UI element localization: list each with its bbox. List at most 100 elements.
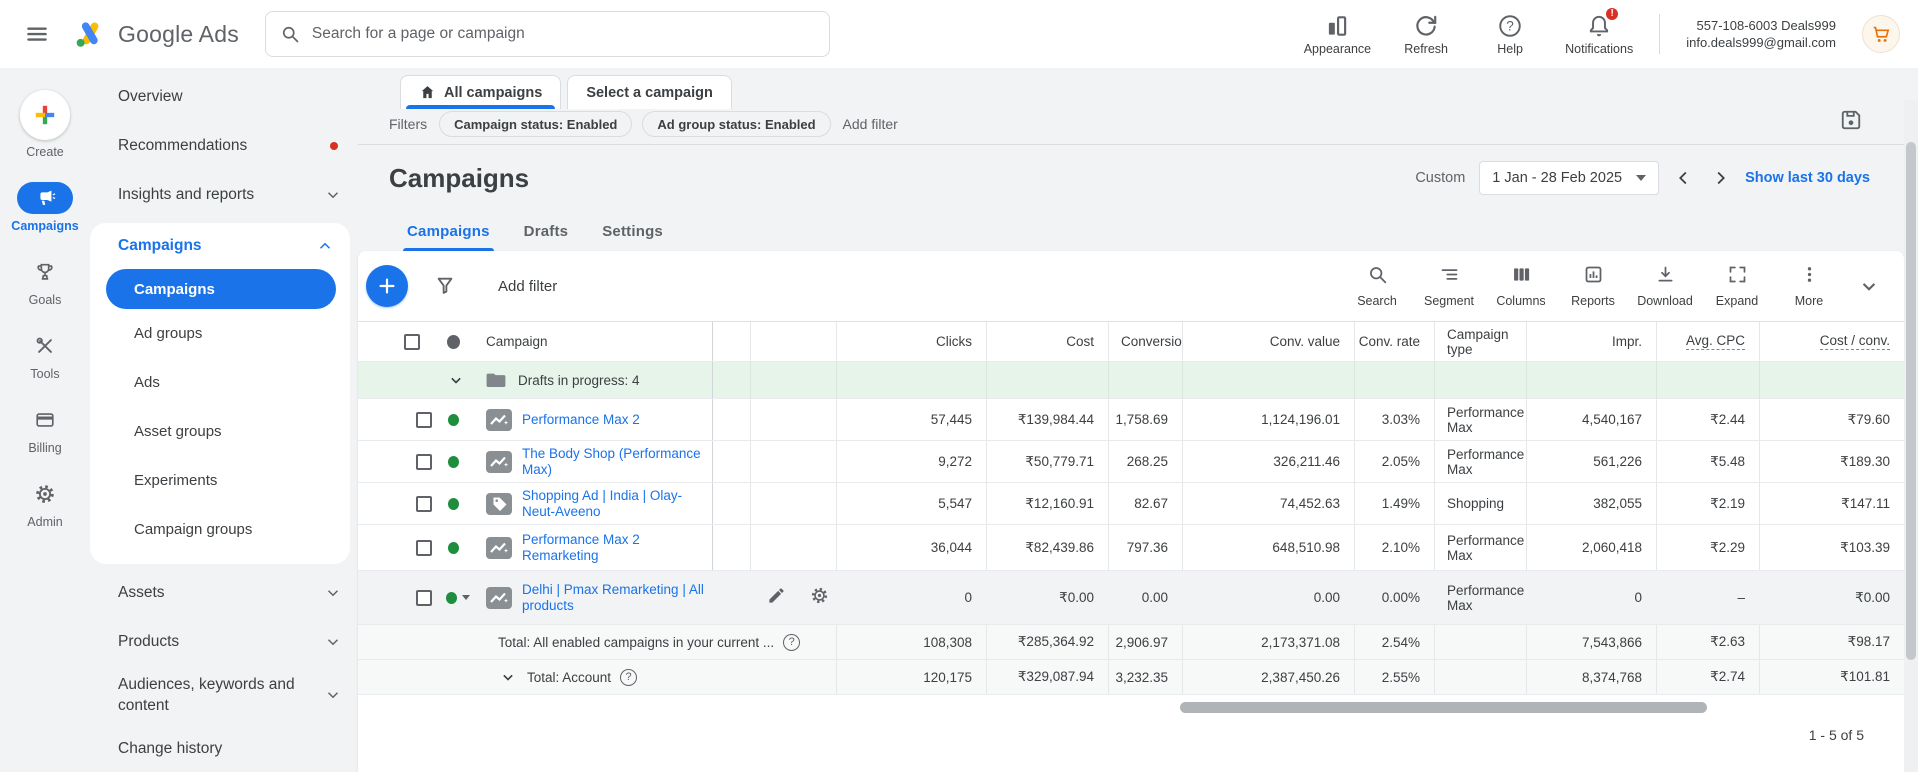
column-header-campaign-type[interactable]: Campaign type — [1434, 322, 1526, 361]
sidebar-subitem-campaign-groups[interactable]: Campaign groups — [90, 505, 350, 554]
campaign-row[interactable]: Delhi | Pmax Remarketing | All products … — [358, 571, 1904, 625]
campaign-row[interactable]: Performance Max 2 Remarketing 36,044₹82,… — [358, 525, 1904, 571]
download-button[interactable]: Download — [1634, 264, 1696, 308]
campaign-row[interactable]: Performance Max 2 57,445₹139,984.441,758… — [358, 399, 1904, 441]
refresh-button[interactable]: Refresh — [1397, 13, 1455, 56]
toolbar-add-filter[interactable]: Add filter — [498, 278, 557, 295]
collapse-toolbar-chevron-icon[interactable] — [1856, 273, 1882, 299]
columns-button[interactable]: Columns — [1490, 264, 1552, 308]
help-circle-icon[interactable]: ? — [620, 669, 637, 686]
column-header-conv-rate[interactable]: Conv. rate — [1354, 322, 1434, 361]
row-checkbox[interactable] — [416, 590, 432, 606]
notifications-button[interactable]: ! Notifications — [1565, 13, 1633, 56]
search-input[interactable] — [312, 25, 815, 43]
chevron-down-icon[interactable] — [498, 667, 518, 687]
rail-item-billing[interactable]: Billing — [17, 404, 73, 455]
enabled-status-icon[interactable] — [448, 498, 459, 510]
settings-gear-icon[interactable] — [810, 586, 829, 610]
rail-item-admin[interactable]: Admin — [17, 478, 73, 529]
filter-chip[interactable]: Campaign status: Enabled — [439, 111, 632, 137]
campaign-link[interactable]: Delhi | Pmax Remarketing | All products — [522, 582, 706, 614]
sidebar-item-change-history[interactable]: Change history — [90, 724, 358, 772]
rail-item-tools[interactable]: Tools — [17, 330, 73, 381]
tab-select-a-campaign[interactable]: Select a campaign — [567, 75, 732, 109]
expand-button[interactable]: Expand — [1706, 264, 1768, 308]
row-checkbox[interactable] — [416, 454, 432, 470]
horizontal-scrollbar[interactable] — [742, 702, 1894, 713]
tab-campaigns[interactable]: Campaigns — [407, 211, 490, 251]
menu-icon[interactable] — [24, 21, 50, 47]
save-icon[interactable] — [1840, 109, 1862, 131]
cell-type — [1434, 625, 1526, 659]
tab-settings[interactable]: Settings — [602, 211, 663, 251]
column-header-cost[interactable]: Cost — [986, 322, 1108, 361]
performance-max-icon — [486, 537, 512, 559]
vertical-scrollbar-thumb[interactable] — [1906, 142, 1916, 660]
campaign-link[interactable]: The Body Shop (Performance Max) — [522, 446, 706, 478]
avatar[interactable] — [1862, 15, 1900, 53]
edit-pencil-icon[interactable] — [767, 586, 786, 610]
cell-conversions: 268.25 — [1108, 441, 1182, 482]
chevron-left-icon[interactable] — [1673, 167, 1695, 189]
column-header-campaign[interactable]: Campaign — [474, 322, 712, 361]
row-checkbox[interactable] — [416, 496, 432, 512]
help-button[interactable]: ? Help — [1481, 13, 1539, 56]
campaign-link[interactable]: Performance Max 2 Remarketing — [522, 532, 706, 564]
enabled-status-icon[interactable] — [448, 542, 459, 554]
appearance-button[interactable]: Appearance — [1304, 13, 1371, 56]
vertical-scrollbar[interactable] — [1904, 100, 1918, 772]
segment-button[interactable]: Segment — [1418, 264, 1480, 308]
filter-chip[interactable]: Ad group status: Enabled — [642, 111, 830, 137]
sidebar-subitem-campaigns[interactable]: Campaigns — [106, 269, 336, 309]
status-menu[interactable] — [446, 592, 470, 604]
chevron-right-icon[interactable] — [1709, 167, 1731, 189]
sidebar-subitem-experiments[interactable]: Experiments — [90, 456, 350, 505]
select-all-checkbox[interactable] — [404, 334, 420, 350]
row-checkbox[interactable] — [416, 412, 432, 428]
tab-all-campaigns[interactable]: All campaigns — [400, 75, 561, 109]
more-button[interactable]: More — [1778, 264, 1840, 308]
sidebar-item-products[interactable]: Products — [90, 617, 358, 666]
column-header-impr[interactable]: Impr. — [1526, 322, 1656, 361]
rail-item-goals[interactable]: Goals — [17, 256, 73, 307]
date-range-picker[interactable]: 1 Jan - 28 Feb 2025 — [1479, 161, 1659, 195]
column-header-cost-conv[interactable]: Cost / conv. — [1759, 322, 1904, 361]
drafts-row[interactable]: Drafts in progress: 4 — [358, 362, 1904, 399]
sidebar-item-audiences[interactable]: Audiences, keywords and content — [90, 666, 358, 724]
tab-drafts[interactable]: Drafts — [524, 211, 569, 251]
row-checkbox[interactable] — [416, 540, 432, 556]
sidebar-item-overview[interactable]: Overview — [90, 72, 358, 121]
campaign-row[interactable]: The Body Shop (Performance Max) 9,272₹50… — [358, 441, 1904, 483]
campaign-row[interactable]: Shopping Ad | India | Olay-Neut-Aveeno 5… — [358, 483, 1904, 525]
sidebar-item-recommendations[interactable]: Recommendations — [90, 121, 358, 170]
campaign-link[interactable]: Performance Max 2 — [522, 412, 640, 428]
campaign-link[interactable]: Shopping Ad | India | Olay-Neut-Aveeno — [522, 488, 706, 520]
rail-item-create[interactable]: Create — [20, 90, 70, 159]
sidebar-subitem-asset-groups[interactable]: Asset groups — [90, 407, 350, 456]
reports-button[interactable]: Reports — [1562, 264, 1624, 308]
show-last-30-days-link[interactable]: Show last 30 days — [1745, 170, 1870, 186]
sidebar-subitem-ads[interactable]: Ads — [90, 358, 350, 407]
search-button[interactable]: Search — [1346, 264, 1408, 308]
column-header-conv-value[interactable]: Conv. value — [1182, 322, 1354, 361]
column-header-avg-cpc[interactable]: Avg. CPC — [1656, 322, 1759, 361]
add-filter-link[interactable]: Add filter — [843, 116, 898, 132]
column-header-conversions[interactable]: Conversions — [1108, 322, 1182, 361]
filter-funnel-icon[interactable] — [434, 275, 456, 297]
help-circle-icon[interactable]: ? — [783, 634, 800, 651]
column-header-clicks[interactable]: Clicks — [836, 322, 986, 361]
horizontal-scrollbar-thumb[interactable] — [1180, 702, 1707, 713]
chevron-down-icon[interactable] — [446, 370, 466, 390]
sidebar-subitem-ad-groups[interactable]: Ad groups — [90, 309, 350, 358]
status-header-cell[interactable] — [434, 322, 474, 361]
google-ads-logo[interactable]: Google Ads — [72, 17, 239, 51]
sidebar-item-assets[interactable]: Assets — [90, 568, 358, 617]
enabled-status-icon[interactable] — [448, 456, 459, 468]
rail-item-campaigns[interactable]: Campaigns — [11, 182, 78, 233]
global-search[interactable] — [265, 11, 830, 57]
account-info[interactable]: 557-108-6003 Deals999 info.deals999@gmai… — [1686, 17, 1836, 51]
sidebar-group-campaigns[interactable]: Campaigns — [90, 223, 350, 269]
enabled-status-icon[interactable] — [448, 414, 459, 426]
add-campaign-button[interactable] — [366, 265, 408, 307]
sidebar-item-insights-and-reports[interactable]: Insights and reports — [90, 170, 358, 219]
